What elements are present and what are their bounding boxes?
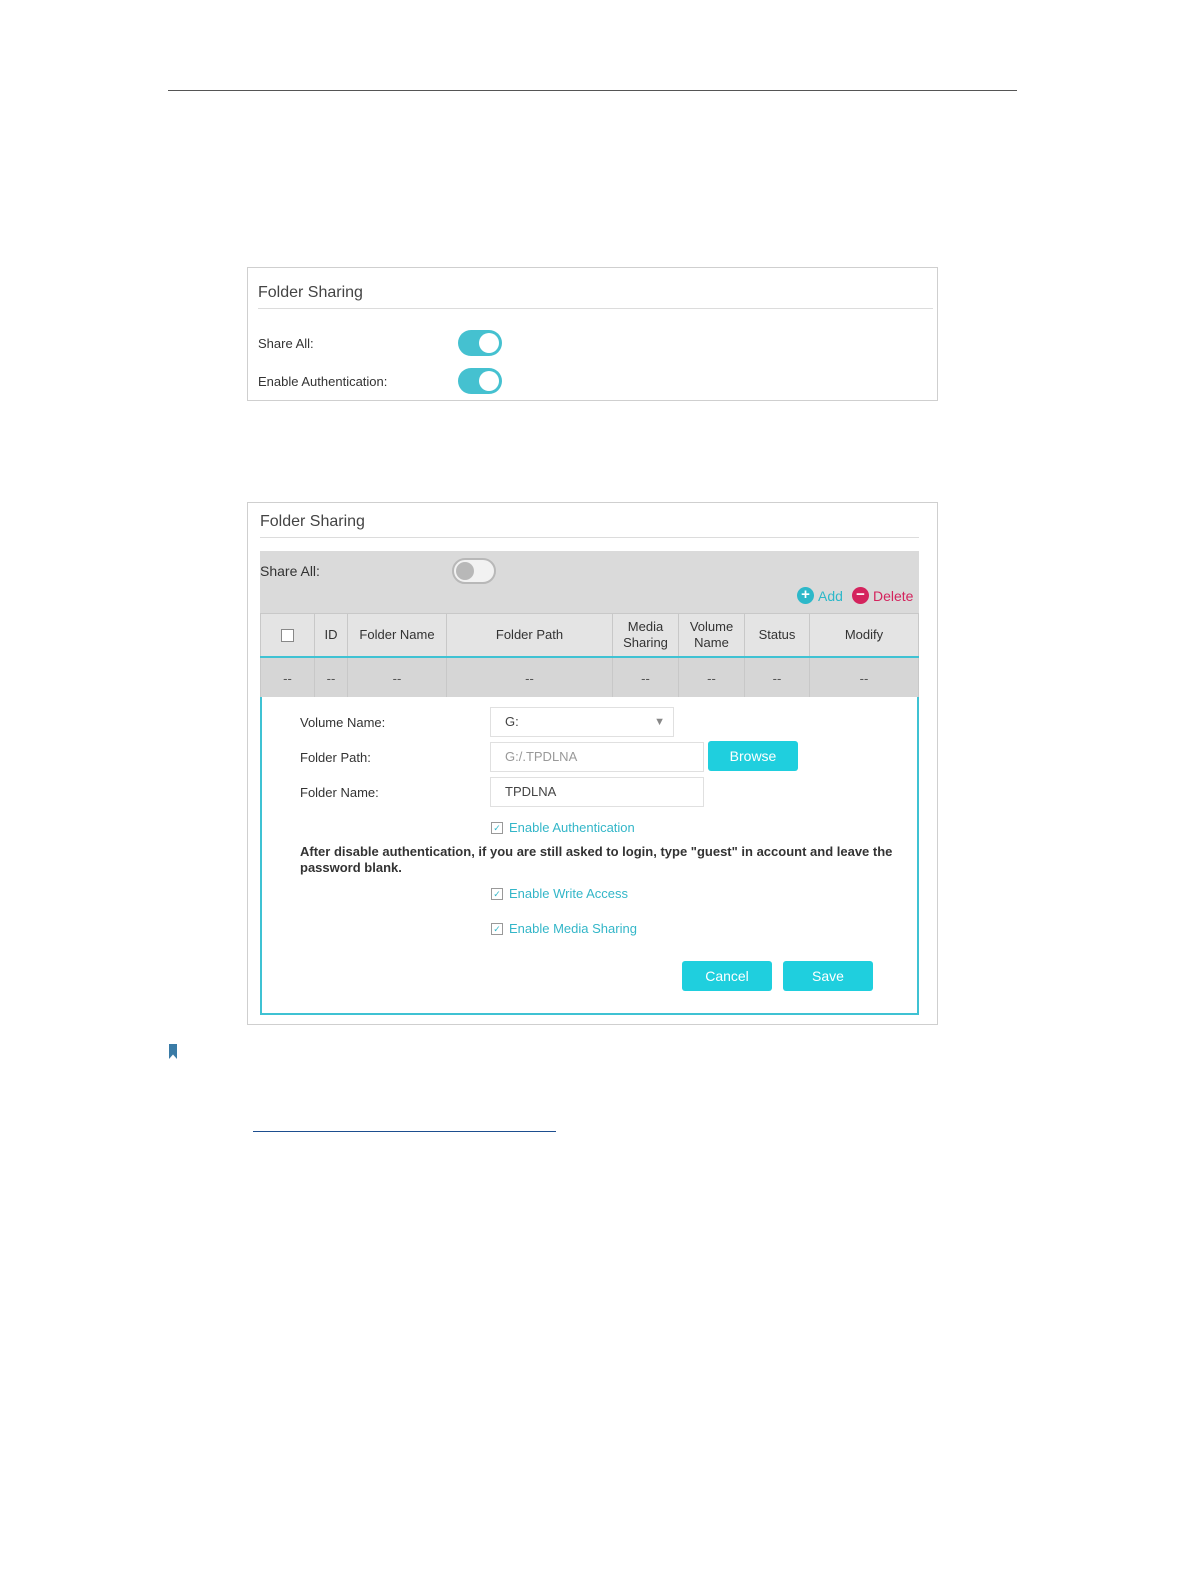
enable-media-sharing-checkbox[interactable]: ✓ Enable Media Sharing [491, 921, 637, 936]
folder-path-label: Folder Path: [300, 750, 371, 765]
toggle-knob [479, 371, 499, 391]
delete-button[interactable]: − Delete [852, 587, 913, 604]
enable-media-sharing-text: Enable Media Sharing [509, 921, 637, 936]
share-all-label: Share All: [260, 563, 320, 579]
bookmark-icon [169, 1044, 177, 1059]
table-row[interactable]: -- -- -- -- -- -- -- -- [260, 656, 919, 699]
share-all-toggle[interactable] [458, 330, 502, 356]
checkbox-checked-icon: ✓ [491, 922, 503, 935]
folder-path-input[interactable]: G:/.TPDLNA [490, 742, 704, 772]
add-button[interactable]: + Add [797, 587, 843, 604]
panel-divider [258, 308, 933, 309]
delete-label: Delete [873, 587, 914, 604]
table-header-row: ID Folder Name Folder Path Media Sharing… [260, 613, 919, 658]
share-all-toggle[interactable] [452, 558, 496, 584]
save-button[interactable]: Save [783, 961, 873, 991]
browse-button[interactable]: Browse [708, 741, 798, 771]
folder-name-label: Folder Name: [300, 785, 379, 800]
link-underline[interactable] [253, 1131, 556, 1132]
plus-circle-icon: + [797, 587, 814, 604]
cell: -- [809, 656, 919, 699]
enable-authentication-label: Enable Authentication: [258, 374, 388, 389]
toggle-knob [456, 562, 474, 580]
panel-divider [260, 537, 919, 538]
folder-table: ID Folder Name Folder Path Media Sharing… [260, 613, 919, 699]
col-status: Status [744, 613, 810, 658]
folder-name-input[interactable]: TPDLNA [490, 777, 704, 807]
enable-write-access-checkbox[interactable]: ✓ Enable Write Access [491, 886, 628, 901]
enable-authentication-toggle[interactable] [458, 368, 502, 394]
cell: -- [260, 656, 315, 699]
col-modify: Modify [809, 613, 919, 658]
header-rule [168, 90, 1017, 91]
checkbox-checked-icon: ✓ [491, 887, 503, 900]
cell: -- [612, 656, 679, 699]
enable-authentication-text: Enable Authentication [509, 820, 635, 835]
volume-name-value: G: [505, 714, 519, 729]
enable-write-access-text: Enable Write Access [509, 886, 628, 901]
volume-name-select[interactable]: G: ▼ [490, 707, 674, 737]
chevron-down-icon: ▼ [654, 716, 665, 728]
cell: -- [744, 656, 810, 699]
col-media-sharing: Media Sharing [612, 613, 679, 658]
checkbox-checked-icon: ✓ [491, 821, 503, 834]
share-all-label: Share All: [258, 336, 314, 351]
authentication-warning: After disable authentication, if you are… [300, 844, 893, 875]
select-all-checkbox[interactable] [281, 629, 294, 643]
minus-circle-icon: − [852, 587, 869, 604]
cell: -- [314, 656, 348, 699]
col-id: ID [314, 613, 348, 658]
panel-title: Folder Sharing [260, 513, 365, 530]
folder-sharing-panel-enabled: Folder Sharing Share All: Enable Authent… [247, 267, 938, 401]
col-volume-name: Volume Name [678, 613, 745, 658]
edit-form: Volume Name: G: ▼ Folder Path: G:/.TPDLN… [260, 697, 919, 1015]
cell: -- [446, 656, 613, 699]
add-label: Add [818, 587, 843, 604]
cell: -- [678, 656, 745, 699]
select-all-cell [260, 613, 315, 658]
panel-title: Folder Sharing [258, 284, 363, 301]
col-folder-name: Folder Name [347, 613, 447, 658]
folder-sharing-panel-custom: Folder Sharing Share All: + Add − Delete… [247, 502, 938, 1025]
toggle-knob [479, 333, 499, 353]
cancel-button[interactable]: Cancel [682, 961, 772, 991]
cell: -- [347, 656, 447, 699]
col-folder-path: Folder Path [446, 613, 613, 658]
volume-name-label: Volume Name: [300, 715, 386, 730]
enable-authentication-checkbox[interactable]: ✓ Enable Authentication [491, 820, 635, 835]
